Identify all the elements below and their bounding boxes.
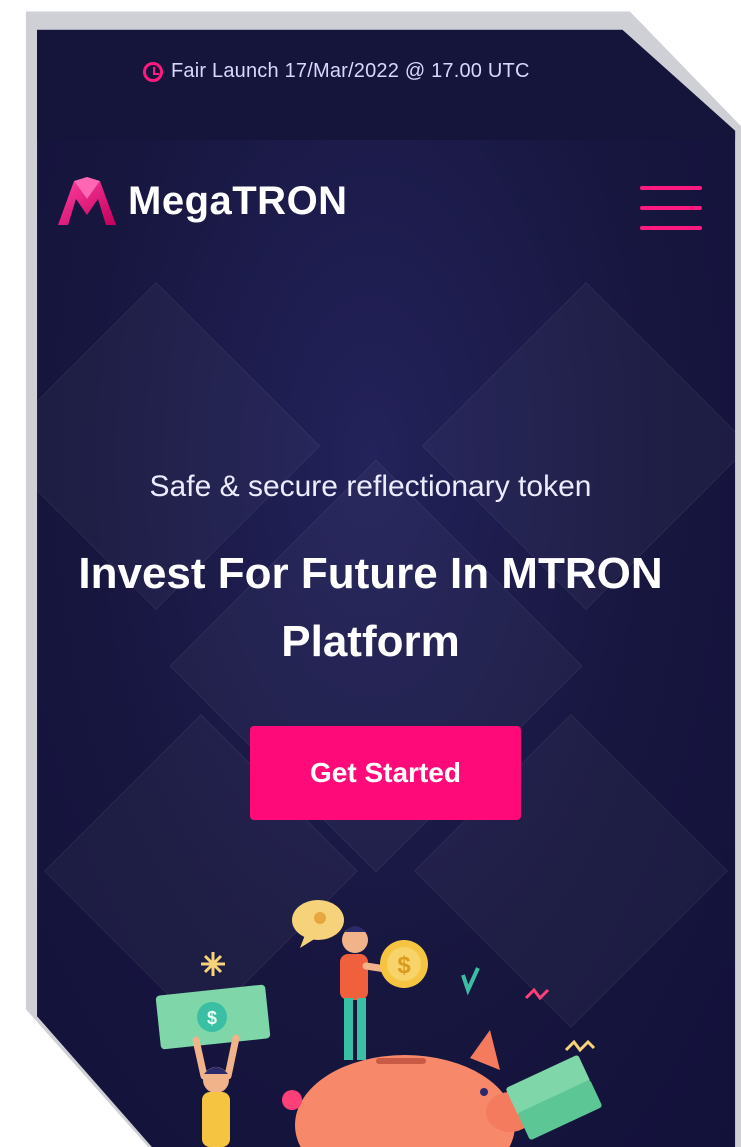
investment-illustration: $ $ (155, 900, 602, 1147)
brand-name: MegaTRON (128, 178, 348, 223)
coin-icon (282, 1090, 302, 1110)
megatron-logo-icon (58, 177, 116, 225)
speech-bubble-icon (292, 900, 344, 948)
person-with-coin (340, 926, 396, 1060)
zigzag-icon (524, 987, 550, 1001)
banknote-icon: $ (155, 984, 271, 1050)
announcement-text: Fair Launch 17/Mar/2022 @ 17.00 UTC (171, 60, 530, 82)
brand[interactable]: MegaTRON (56, 175, 348, 227)
clock-icon (143, 61, 163, 82)
person-holding-banknote (192, 1034, 240, 1147)
svg-text:$: $ (207, 1008, 217, 1028)
get-started-button[interactable]: Get Started (250, 726, 521, 820)
hamburger-menu-icon[interactable] (640, 186, 702, 230)
app-screen: Fair Launch 17/Mar/2022 @ 17.00 UTC Mega… (37, 29, 736, 1147)
hero-headline: Invest For Future In MTRON Platform (78, 549, 663, 666)
zigzag-icon (564, 1039, 596, 1053)
hero-tagline: Safe & secure reflectionary token (149, 470, 592, 503)
launch-announcement: Fair Launch 17/Mar/2022 @ 17.00 UTC (143, 60, 530, 83)
piggy-bank-icon (295, 1030, 534, 1147)
sparkle-icon (201, 952, 225, 976)
check-icon (461, 967, 480, 996)
dollar-coin-icon: $ (380, 940, 428, 988)
svg-text:$: $ (397, 952, 411, 979)
